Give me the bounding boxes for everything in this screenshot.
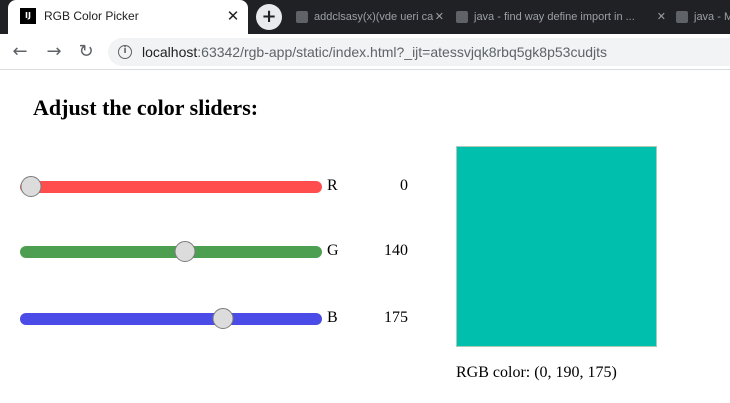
forward-arrow-icon[interactable]: → (42, 40, 66, 64)
tab-title: RGB Color Picker (44, 9, 139, 23)
red-slider-thumb[interactable] (20, 176, 42, 197)
blue-channel-value: 175 (384, 309, 408, 326)
tab-title: java - find way define import in ... (474, 11, 635, 23)
reload-icon[interactable]: ↻ (74, 40, 98, 64)
close-tab-icon[interactable]: ✕ (224, 7, 242, 25)
url-host: localhost (142, 44, 198, 60)
tab-title: java - Meta (694, 11, 730, 23)
red-channel-label: R (327, 177, 338, 194)
browser-toolbar: ← → ↻ i localhost:63342/rgb-app/static/i… (0, 34, 730, 70)
color-preview-swatch (456, 146, 657, 347)
slider-row-blue: B 175 (20, 307, 420, 331)
stackoverflow-favicon-icon (456, 11, 468, 24)
stackoverflow-favicon-icon (676, 11, 688, 24)
tab-strip: IJ RGB Color Picker ✕ + addclsasy(x)(vde… (0, 0, 730, 34)
green-slider-track[interactable] (20, 246, 322, 258)
info-icon[interactable]: i (118, 45, 132, 59)
tab-background[interactable]: addclsasy(x)(vde ueri ca ✕ (296, 4, 444, 30)
tab-title: addclsasy(x)(vde ueri ca (314, 11, 434, 23)
close-tab-icon[interactable]: ✕ (435, 4, 444, 30)
red-slider-track[interactable] (20, 181, 322, 193)
url-path: :63342/rgb-app/static/index.html?_ijt=at… (197, 44, 608, 60)
close-tab-icon[interactable]: ✕ (657, 4, 666, 30)
tab-active[interactable]: IJ RGB Color Picker ✕ (8, 0, 248, 34)
url-text[interactable]: localhost:63342/rgb-app/static/index.htm… (142, 44, 607, 60)
tab-background[interactable]: java - find way define import in ... ✕ (456, 4, 666, 30)
page-title: Adjust the color sliders: (33, 95, 259, 120)
tab-background[interactable]: java - Meta (676, 4, 730, 30)
new-tab-button[interactable]: + (256, 4, 282, 30)
blue-slider-track[interactable] (20, 313, 322, 325)
red-channel-value: 0 (400, 177, 408, 194)
green-slider-thumb[interactable] (174, 241, 196, 262)
page-favicon-icon (296, 11, 308, 24)
blue-channel-label: B (327, 309, 338, 326)
green-channel-label: G (327, 242, 339, 259)
blue-slider-thumb[interactable] (212, 308, 234, 329)
slider-row-green: G 140 (20, 240, 420, 264)
green-channel-value: 140 (384, 242, 408, 259)
intellij-favicon-icon: IJ (20, 8, 36, 24)
rgb-color-readout: RGB color: (0, 190, 175) (456, 364, 617, 381)
address-bar[interactable]: i localhost:63342/rgb-app/static/index.h… (108, 38, 730, 66)
slider-row-red: R 0 (20, 175, 420, 199)
back-arrow-icon[interactable]: ← (8, 40, 32, 64)
